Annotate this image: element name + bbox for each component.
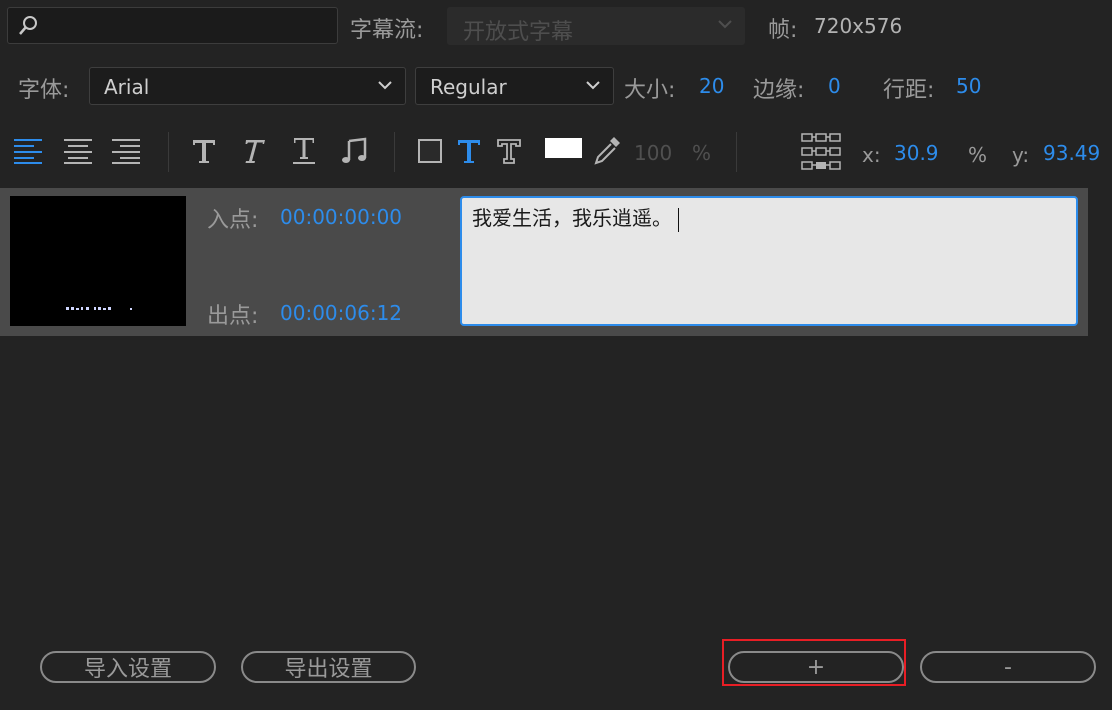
- add-caption-button[interactable]: +: [728, 651, 904, 683]
- text-fill-button[interactable]: [452, 134, 486, 168]
- underline-icon: [293, 138, 315, 164]
- chevron-down-icon: [586, 81, 600, 90]
- search-icon: [19, 16, 37, 35]
- underline-button[interactable]: [287, 134, 321, 168]
- square-icon: [418, 139, 442, 163]
- font-family-value: Arial: [104, 75, 150, 99]
- eyedropper-icon: [594, 137, 620, 165]
- color-swatch[interactable]: [545, 138, 582, 158]
- in-point-time[interactable]: 00:00:00:00: [280, 205, 402, 229]
- search-input[interactable]: [7, 7, 338, 44]
- font-label: 字体:: [18, 78, 70, 103]
- italic-button[interactable]: [236, 134, 270, 168]
- eyedropper-button[interactable]: [590, 134, 624, 168]
- size-value[interactable]: 20: [699, 74, 724, 98]
- text-outline-icon: [497, 139, 521, 164]
- position-grid-button[interactable]: [800, 131, 842, 177]
- caption-stream-select: 开放式字幕: [447, 7, 745, 45]
- caption-stream-value: 开放式字幕: [463, 20, 574, 45]
- position-grid-icon: [801, 133, 841, 170]
- chevron-down-icon: [718, 20, 732, 29]
- edge-label: 边缘:: [753, 78, 805, 103]
- align-center-icon: [64, 139, 92, 164]
- caption-thumbnail: [10, 196, 186, 326]
- frame-label: 帧:: [768, 18, 798, 43]
- percent-label: %: [968, 143, 988, 167]
- y-value[interactable]: 93.49: [1043, 141, 1100, 165]
- out-point-time[interactable]: 00:00:06:12: [280, 301, 402, 325]
- frame-value: 720x576: [814, 14, 903, 38]
- music-note-button[interactable]: [337, 134, 371, 168]
- toolbar-divider: [736, 132, 737, 172]
- leading-value[interactable]: 50: [956, 74, 981, 98]
- font-style-value: Regular: [430, 75, 507, 99]
- out-point-label: 出点:: [207, 304, 259, 329]
- in-point-label: 入点:: [207, 208, 259, 233]
- remove-caption-button[interactable]: -: [920, 651, 1096, 683]
- toolbar-divider: [394, 132, 395, 172]
- caption-stream-label: 字幕流:: [350, 18, 424, 43]
- leading-label: 行距:: [883, 78, 935, 103]
- edge-value[interactable]: 0: [828, 74, 841, 98]
- x-label: x:: [862, 143, 881, 167]
- caption-text-input[interactable]: 我爱生活，我乐逍遥。: [460, 196, 1078, 326]
- opacity-unit: %: [692, 141, 712, 165]
- size-label: 大小:: [624, 78, 676, 103]
- toolbar-divider: [168, 132, 169, 172]
- import-settings-button[interactable]: 导入设置: [40, 651, 216, 683]
- text-color-icon: [458, 140, 480, 163]
- font-style-select[interactable]: Regular: [415, 67, 614, 105]
- y-label: y:: [1012, 143, 1030, 167]
- italic-icon: [245, 140, 265, 163]
- align-right-icon: [112, 139, 140, 164]
- bold-button[interactable]: [187, 134, 221, 168]
- export-settings-button[interactable]: 导出设置: [241, 651, 416, 683]
- thumbnail-preview: [66, 307, 132, 310]
- x-value[interactable]: 30.9: [894, 141, 939, 165]
- music-note-icon: [342, 137, 367, 163]
- text-caret: [678, 207, 679, 232]
- text-outline-button[interactable]: [492, 134, 526, 168]
- bold-icon: [193, 140, 215, 163]
- align-right-button[interactable]: [109, 134, 143, 168]
- opacity-value: 100: [634, 141, 673, 165]
- align-left-icon: [14, 139, 42, 164]
- align-center-button[interactable]: [61, 134, 95, 168]
- caption-text: 我爱生活，我乐逍遥。: [472, 206, 672, 230]
- font-family-select[interactable]: Arial: [89, 67, 406, 105]
- align-left-button[interactable]: [11, 134, 45, 168]
- background-box-button[interactable]: [413, 134, 447, 168]
- chevron-down-icon: [378, 81, 392, 90]
